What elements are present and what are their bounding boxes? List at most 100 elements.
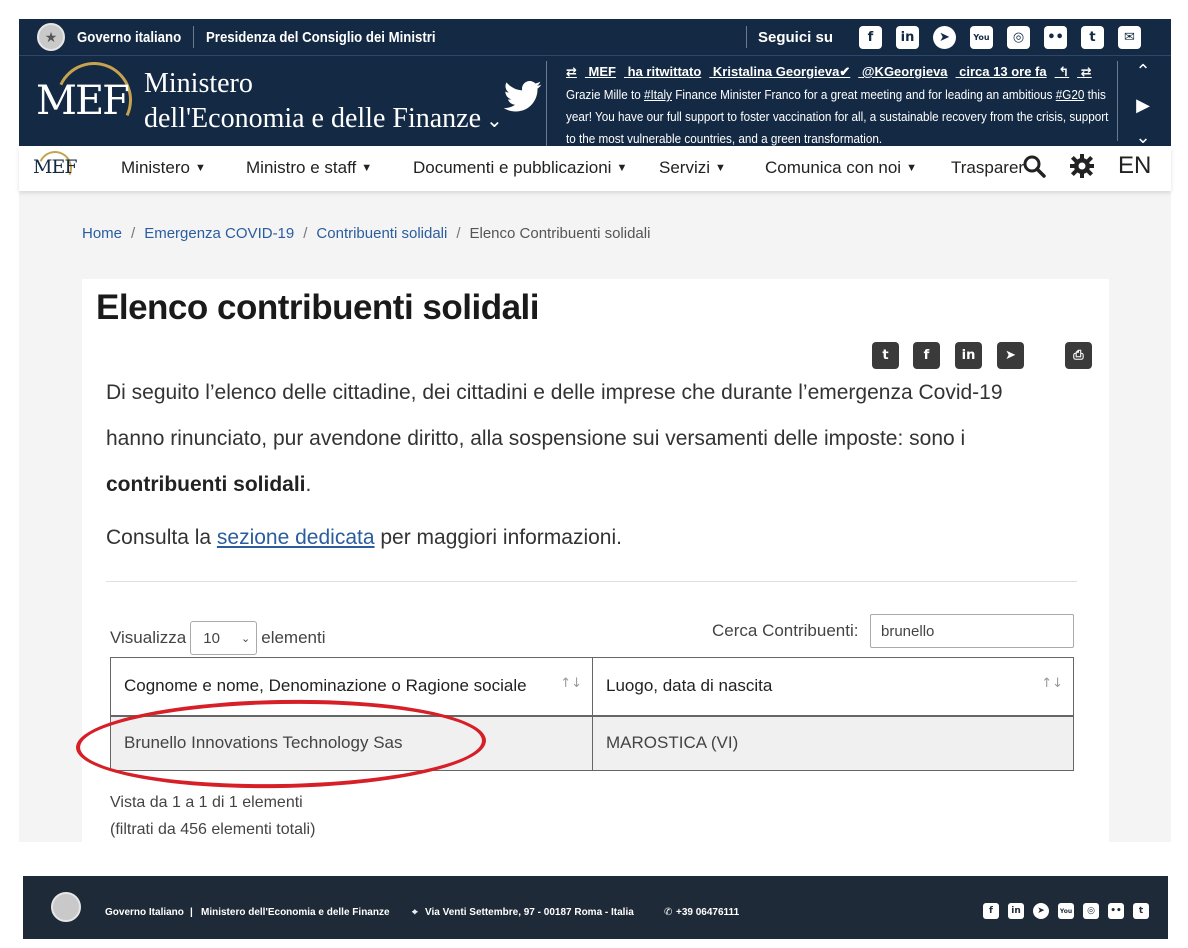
chevron-down-tweet-icon[interactable]: ⌄ (1129, 127, 1157, 148)
facebook-icon[interactable]: f (983, 903, 999, 919)
tweet-account[interactable]: MEF (589, 64, 616, 79)
caret-down-icon: ▼ (361, 162, 373, 174)
tweet-hashtag-g20[interactable]: #G20 (1056, 87, 1085, 102)
tweet-body: Grazie Mille to #Italy Finance Minister … (566, 84, 1111, 150)
footer-ministry-link[interactable]: Ministero dell'Economia e delle Finanze (201, 907, 390, 918)
sort-icon: ↑↓ (560, 676, 582, 691)
email-icon[interactable]: ✉ (1118, 26, 1141, 49)
location-pin-icon: ⌖ (412, 907, 418, 918)
show-suffix: elementi (261, 628, 326, 647)
play-icon[interactable]: ▶ (1129, 95, 1157, 116)
footer-gov-link[interactable]: Governo Italiano (105, 907, 184, 918)
table-info-line1: Vista da 1 a 1 di 1 elementi (110, 794, 303, 811)
mef-logo[interactable]: MEF (34, 51, 143, 149)
caret-down-icon: ▼ (194, 162, 206, 174)
ministry-title-line2[interactable]: dell'Economia e delle Finanze (144, 103, 481, 135)
column-header-birthplace[interactable]: Luogo, data di nascita ↑↓ (592, 657, 1074, 717)
footer-separator: | (190, 907, 193, 918)
linkedin-icon[interactable]: in (1008, 903, 1024, 919)
top-bar: ★ Governo italiano Presidenza del Consig… (19, 19, 1171, 55)
telegram-icon[interactable]: ➤ (933, 26, 956, 49)
breadcrumb-home[interactable]: Home (82, 225, 122, 242)
retweet-action-icon[interactable]: ⇄ (1081, 65, 1092, 80)
table-info-line2: (filtrati da 456 elementi totali) (110, 821, 316, 838)
nav-item-comunica[interactable]: Comunica con noi ▼ (765, 158, 917, 178)
breadcrumb-emergenza[interactable]: Emergenza COVID-19 (144, 225, 294, 242)
nav-mef-logo[interactable]: MEF (32, 146, 78, 190)
share-linkedin-icon[interactable]: in (955, 342, 982, 369)
nav-logo-text: MEF (33, 156, 78, 178)
telegram-icon[interactable]: ➤ (1033, 903, 1049, 919)
facebook-icon[interactable]: f (859, 26, 882, 49)
instagram-icon[interactable]: ◎ (1083, 903, 1099, 919)
column-header-label: Luogo, data di nascita (606, 676, 773, 696)
page-length-select[interactable]: 10 ⌄ (190, 621, 258, 655)
twitter-icon[interactable]: t (1133, 903, 1149, 919)
twitter-icon[interactable]: t (1081, 26, 1104, 49)
header-divider (19, 55, 1171, 56)
tweet-text-middle: Finance Minister Franco for a great meet… (672, 87, 1056, 102)
nav-item-ministro-staff[interactable]: Ministro e staff ▼ (246, 158, 372, 178)
flickr-icon[interactable]: •• (1044, 26, 1067, 49)
caret-down-icon: ▼ (715, 162, 726, 174)
nav-item-servizi[interactable]: Servizi ▼ (659, 158, 726, 178)
tweet-time[interactable]: circa 13 ore fa (959, 64, 1046, 79)
gear-icon[interactable] (1070, 154, 1094, 178)
presidenza-link[interactable]: Presidenza del Consiglio dei Ministri (206, 29, 436, 46)
chevron-up-icon[interactable]: ⌃ (1129, 61, 1157, 82)
page-length-value: 10 (203, 629, 220, 647)
logo-text: MEF (36, 78, 130, 124)
nav-label: Servizi (659, 158, 711, 177)
share-telegram-icon[interactable]: ➤ (997, 342, 1024, 369)
consult-after: per maggiori informazioni. (374, 526, 622, 549)
youtube-icon[interactable]: You (970, 26, 993, 49)
contribuenti-table: Cognome e nome, Denominazione o Ragione … (110, 657, 1074, 771)
print-icon[interactable]: ⎙ (1065, 342, 1092, 369)
share-facebook-icon[interactable]: f (913, 342, 940, 369)
site-header: MEF Ministero dell'Economia e delle Fina… (19, 51, 1171, 149)
dedicated-section-link[interactable]: sezione dedicata (217, 526, 375, 549)
tweet-meta: ⇄ MEF ha ritwittato Kristalina Georgieva… (566, 61, 1114, 84)
table-info: Vista da 1 a 1 di 1 elementi (filtrati d… (110, 789, 315, 843)
footer-address: Via Venti Settembre, 97 - 00187 Roma - I… (425, 907, 634, 918)
table-cell-birthplace: MAROSTICA (VI) (592, 715, 1074, 771)
instagram-icon[interactable]: ◎ (1007, 26, 1030, 49)
governo-italiano-link[interactable]: Governo italiano (77, 29, 181, 46)
reply-icon[interactable]: ↰ (1058, 65, 1069, 80)
tweet-retweeted-name[interactable]: Kristalina Georgieva✔ (713, 64, 850, 79)
nav-item-ministero[interactable]: Ministero ▼ (121, 158, 206, 178)
search-icon[interactable] (1022, 154, 1046, 178)
ministry-title-line1[interactable]: Ministero (144, 68, 253, 100)
consult-before: Consulta la (106, 526, 217, 549)
latest-tweet: ⇄ MEF ha ritwittato Kristalina Georgieva… (546, 61, 1114, 147)
intro-paragraph: Di seguito l’elenco delle cittadine, dei… (106, 370, 1066, 508)
youtube-icon[interactable]: You (1058, 903, 1074, 919)
flickr-icon[interactable]: •• (1108, 903, 1124, 919)
share-twitter-icon[interactable]: t (872, 342, 899, 369)
follow-label: Seguici su (758, 28, 834, 46)
nav-tools: EN (1022, 152, 1151, 180)
footer-phone[interactable]: +39 06476111 (676, 907, 739, 918)
topbar-separator (193, 26, 195, 48)
tweet-handle[interactable]: @KGeorgieva (862, 64, 948, 79)
language-switch[interactable]: EN (1118, 152, 1151, 180)
sort-icon: ↑↓ (1041, 676, 1063, 691)
nav-label: Ministero (121, 158, 190, 177)
intro-bold: contribuenti solidali (106, 473, 306, 496)
search-contribuenti-input[interactable]: brunello (870, 614, 1074, 648)
page-length-control: Visualizza 10 ⌄ elementi (110, 621, 326, 655)
tweet-hashtag-italy[interactable]: #Italy (644, 87, 672, 102)
breadcrumb-current: Elenco Contribuenti solidali (469, 225, 651, 242)
site-footer: Governo Italiano | Ministero dell'Econom… (23, 876, 1168, 939)
tweet-controls-divider (1117, 61, 1118, 141)
nav-item-trasparenza[interactable]: Trasparer (951, 158, 1024, 178)
column-header-name[interactable]: Cognome e nome, Denominazione o Ragione … (110, 657, 593, 717)
footer-social-links: f in ➤ You ◎ •• t (983, 903, 1149, 919)
chevron-down-icon: ⌄ (241, 631, 251, 645)
follow-separator (746, 26, 747, 48)
nav-item-documenti[interactable]: Documenti e pubblicazioni ▼ (413, 158, 627, 178)
breadcrumb-contribuenti[interactable]: Contribuenti solidali (316, 225, 447, 242)
chevron-down-icon[interactable]: ⌄ (486, 108, 503, 132)
footer-emblem-icon (51, 892, 81, 922)
linkedin-icon[interactable]: in (896, 26, 919, 49)
